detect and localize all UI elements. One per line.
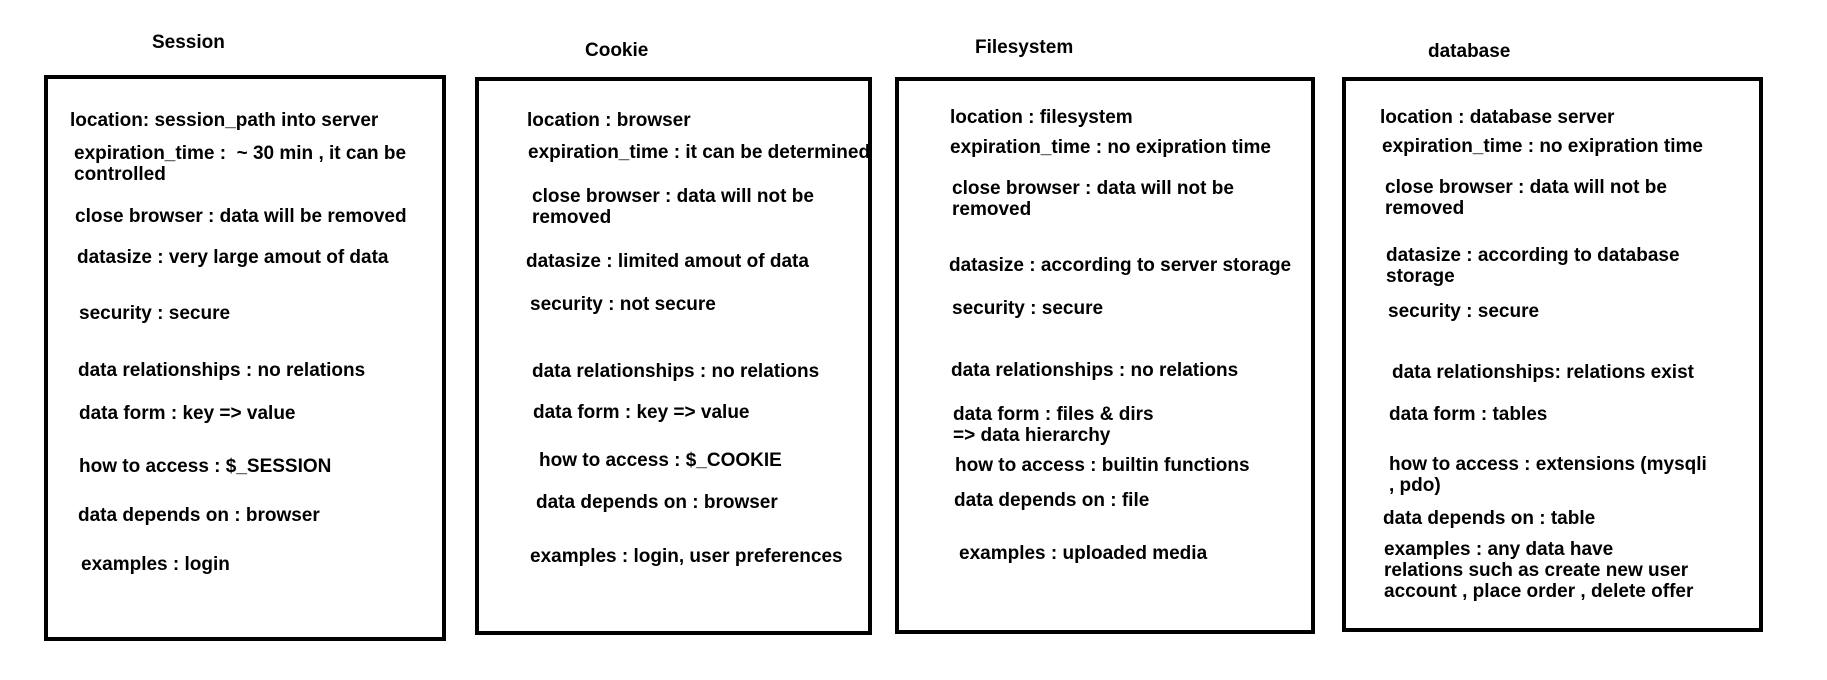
cookie-location: location : browser (527, 110, 691, 131)
filesystem-datasize: datasize : according to server storage (949, 255, 1292, 276)
session-datasize: datasize : very large amout of data (77, 247, 389, 268)
session-security: security : secure (79, 303, 231, 324)
database-datasize: datasize : according to database storage (1386, 245, 1680, 287)
filesystem-expiration-time: expiration_time : no exipration time (950, 137, 1271, 158)
cookie-examples: examples : login, user preferences (530, 546, 843, 567)
filesystem-location: location : filesystem (950, 107, 1133, 128)
session-data-relationships: data relationships : no relations (78, 360, 366, 381)
database-how-to-access: how to access : extensions (mysqli , pdo… (1389, 454, 1707, 496)
cookie-data-relationships: data relationships : no relations (532, 361, 820, 382)
cookie-how-to-access: how to access : $_COOKIE (539, 450, 782, 471)
filesystem-close-browser: close browser : data will not be removed (952, 178, 1234, 220)
session-data-depends-on: data depends on : browser (78, 505, 320, 526)
database-data-form: data form : tables (1389, 404, 1548, 425)
database-data-relationships: data relationships: relations exist (1392, 362, 1694, 383)
session-how-to-access: how to access : $_SESSION (79, 456, 332, 477)
database-title: database (1428, 41, 1511, 62)
cookie-datasize: datasize : limited amout of data (526, 251, 809, 272)
session-title: Session (152, 32, 225, 53)
database-location: location : database server (1380, 107, 1615, 128)
cookie-expiration-time: expiration_time : it can be determined (528, 142, 871, 163)
filesystem-how-to-access: how to access : builtin functions (955, 455, 1250, 476)
filesystem-data-depends-on: data depends on : file (954, 490, 1150, 511)
database-close-browser: close browser : data will not be removed (1385, 177, 1667, 219)
filesystem-security: security : secure (952, 298, 1104, 319)
session-location: location: session_path into server (70, 110, 379, 131)
cookie-close-browser: close browser : data will not be removed (532, 186, 814, 228)
filesystem-title: Filesystem (975, 37, 1074, 58)
database-data-depends-on: data depends on : table (1383, 508, 1596, 529)
filesystem-examples: examples : uploaded media (959, 543, 1208, 564)
session-examples: examples : login (81, 554, 230, 575)
database-examples: examples : any data have relations such … (1384, 539, 1694, 602)
filesystem-data-relationships: data relationships : no relations (951, 360, 1239, 381)
session-close-browser: close browser : data will be removed (75, 206, 407, 227)
database-security: security : secure (1388, 301, 1540, 322)
session-data-form: data form : key => value (79, 403, 296, 424)
database-expiration-time: expiration_time : no exipration time (1382, 136, 1703, 157)
cookie-title: Cookie (585, 40, 649, 61)
session-expiration-time: expiration_time : ~ 30 min , it can be c… (74, 143, 407, 185)
cookie-security: security : not secure (530, 294, 716, 315)
cookie-data-form: data form : key => value (533, 402, 750, 423)
cookie-data-depends-on: data depends on : browser (536, 492, 778, 513)
filesystem-data-form: data form : files & dirs => data hierarc… (953, 404, 1154, 446)
